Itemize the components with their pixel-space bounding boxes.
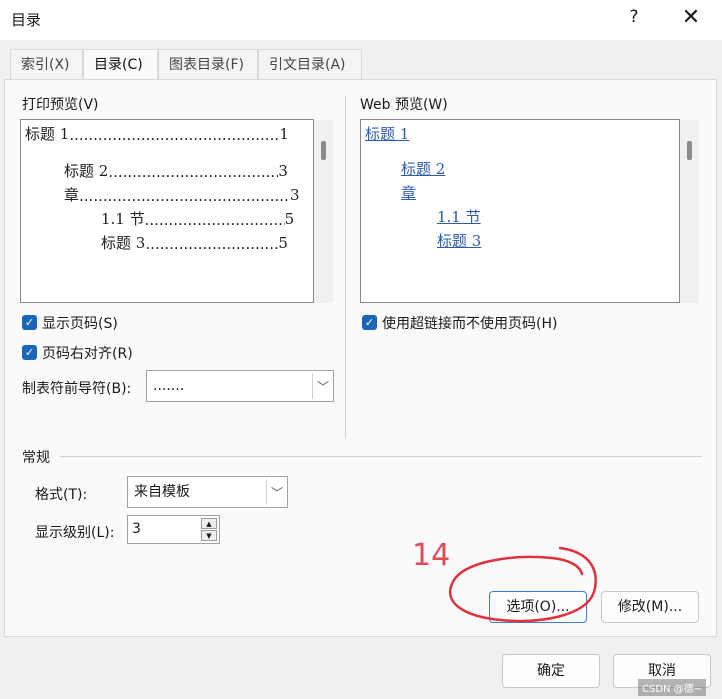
toc-page-number: 5 [284,210,295,228]
title-bar [0,0,722,40]
web-preview-scrollbar[interactable] [680,120,699,303]
show-page-numbers-checkbox[interactable]: ✓ [22,315,37,330]
scrollbar-thumb[interactable] [321,141,326,160]
tab-toc[interactable]: 目录(C) [83,49,158,81]
levels-value: 3 [132,521,141,537]
toc-line: 1.1 节...................................… [101,208,294,229]
web-preview-box: 标题 1 标题 2 章 1.1 节 标题 3 [360,119,680,303]
use-hyperlinks-label: 使用超链接而不使用页码(H) [382,316,558,332]
toc-page-number: 3 [290,186,300,204]
watermark: CSDN @德~ [638,679,707,696]
print-preview-box: 标题 1....................................… [20,119,314,303]
toc-page-number: 3 [278,162,288,180]
toc-leader: ........................................… [144,211,285,229]
toc-line-text: 标题 2 [64,162,109,180]
show-page-numbers-label: 显示页码(S) [42,316,118,332]
web-link[interactable]: 标题 1 [365,123,409,144]
annotation-stroke [449,546,597,623]
toc-leader: ........................................… [79,187,290,205]
format-label: 格式(T): [35,487,88,503]
column-separator [345,96,346,439]
format-select[interactable]: 来自模板 ﹀ [127,476,288,508]
window-title: 目录 [11,11,42,29]
close-button[interactable]: ✕ [676,4,706,34]
section-separator [60,456,702,457]
toc-page-number: 5 [278,234,288,252]
scrollbar-thumb[interactable] [687,141,692,160]
web-link[interactable]: 章 [401,182,416,203]
levels-label: 显示级别(L): [35,525,115,541]
toc-line-text: 1.1 节 [101,210,145,228]
toc-leader: ........................................… [108,163,278,181]
annotation-circle [449,546,597,623]
right-align-label: 页码右对齐(R) [42,346,133,362]
general-section-label: 常规 [22,450,50,466]
web-link[interactable]: 标题 2 [401,158,445,179]
stepper-down-icon[interactable]: ▼ [201,530,217,541]
toc-line: 标题 1....................................… [25,123,289,144]
toc-line: 标题 3....................................… [101,232,288,253]
format-value: 来自模板 [134,484,190,500]
toc-page-number: 1 [279,125,289,143]
tab-leader-value: ....... [153,378,185,394]
toc-leader: ........................................… [69,126,280,144]
modify-button[interactable]: 修改(M)... [601,591,699,623]
toc-leader: ........................................… [145,235,278,253]
toc-line: 标题 2....................................… [64,160,288,181]
web-link[interactable]: 标题 3 [437,230,481,251]
tab-index[interactable]: 索引(X) [10,49,83,79]
levels-stepper[interactable]: 3 ▲ ▼ [127,515,220,544]
tab-citation-list[interactable]: 引文目录(A) [258,49,362,79]
tab-figure-list[interactable]: 图表目录(F) [158,49,258,79]
tab-leader-select[interactable]: ....... ﹀ [146,370,334,402]
ok-button[interactable]: 确定 [502,654,600,688]
help-button[interactable]: ? [623,7,645,27]
chevron-down-icon: ﹀ [312,373,333,399]
web-link[interactable]: 1.1 节 [437,206,481,227]
print-preview-scrollbar[interactable] [314,120,333,303]
toc-line-text: 标题 1 [25,125,70,143]
right-align-checkbox[interactable]: ✓ [22,345,37,360]
toc-line: 章.......................................… [64,184,300,205]
use-hyperlinks-checkbox[interactable]: ✓ [362,315,377,330]
toc-line-text: 章 [64,186,80,204]
chevron-down-icon: ﹀ [266,479,287,505]
tab-leader-label: 制表符前导符(B): [22,381,132,397]
stepper-up-icon[interactable]: ▲ [201,518,217,529]
web-preview-label: Web 预览(W) [360,97,448,113]
print-preview-label: 打印预览(V) [22,97,99,113]
toc-line-text: 标题 3 [101,234,146,252]
